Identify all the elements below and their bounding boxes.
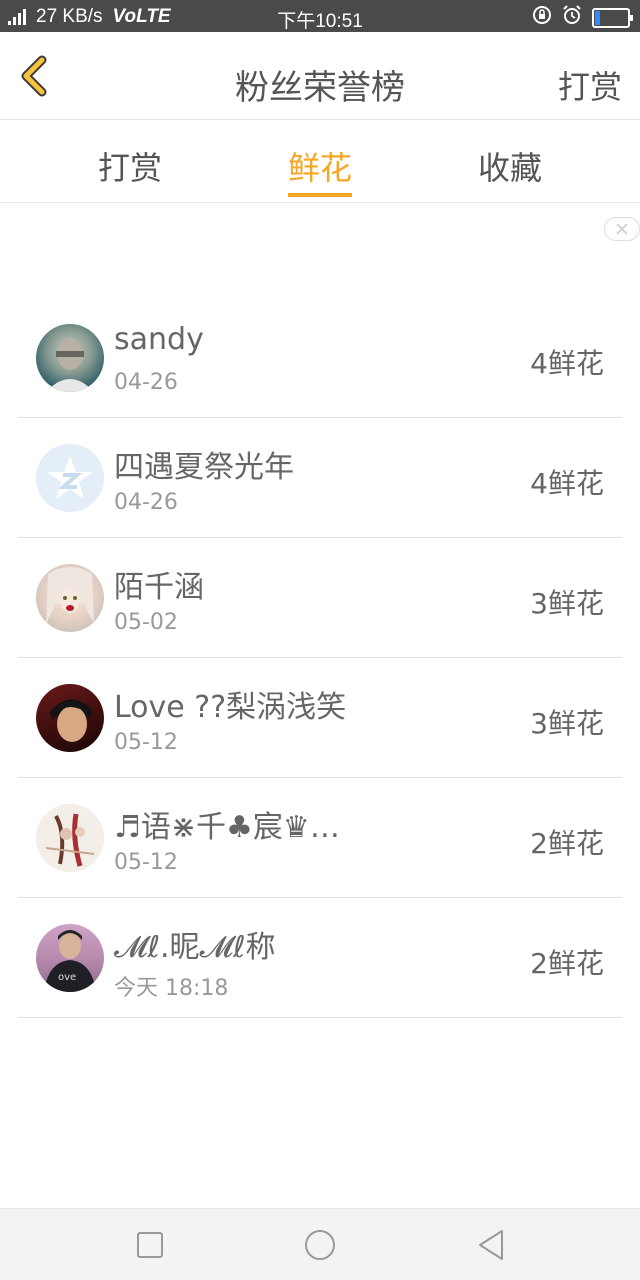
- tab-reward[interactable]: 打赏: [50, 143, 210, 189]
- fan-date: 04-26: [114, 370, 178, 395]
- avatar: [36, 684, 104, 752]
- flower-count: 2鲜花: [530, 947, 604, 980]
- avatar: [36, 804, 104, 872]
- fan-date: 今天 18:18: [114, 976, 229, 1001]
- list-item[interactable]: ♬语⋇千♣宸♛… 05-12 2鲜花: [18, 778, 622, 898]
- back-nav-button[interactable]: [474, 1227, 510, 1263]
- fan-name: 𝓜ℓ.昵𝓜ℓ称: [114, 930, 276, 965]
- fan-date: 04-26: [114, 490, 178, 515]
- flower-count: 4鲜花: [530, 467, 604, 500]
- battery-icon: [592, 8, 633, 28]
- list-item[interactable]: ove 𝓜ℓ.昵𝓜ℓ称 今天 18:18 2鲜花: [18, 898, 622, 1018]
- rotation-lock-icon: [532, 5, 552, 31]
- flower-count: 3鲜花: [530, 707, 604, 740]
- fan-date: 05-12: [114, 850, 178, 875]
- list-item[interactable]: 四遇夏祭光年 04-26 4鲜花: [18, 418, 622, 538]
- default-star-avatar: [36, 444, 104, 512]
- status-right: [532, 5, 633, 31]
- close-button[interactable]: [604, 217, 640, 241]
- avatar: [36, 564, 104, 632]
- close-icon: [616, 223, 628, 235]
- fan-list: sandy 04-26 4鲜花 四遇夏祭光年 04-26 4鲜花 陌千涵 05-…: [18, 298, 622, 1018]
- fan-name: sandy: [114, 322, 204, 357]
- list-item[interactable]: sandy 04-26 4鲜花: [18, 298, 622, 418]
- reward-button[interactable]: 打赏: [558, 62, 622, 108]
- flower-count: 2鲜花: [530, 827, 604, 860]
- list-item[interactable]: 陌千涵 05-02 3鲜花: [18, 538, 622, 658]
- back-triangle-icon: [479, 1230, 503, 1260]
- flower-count: 4鲜花: [530, 347, 604, 380]
- status-bar: 27 KB/s VoLTE 下午10:51: [0, 0, 640, 32]
- active-tab-indicator: [288, 193, 352, 197]
- avatar: ove: [36, 924, 104, 992]
- recent-apps-button[interactable]: [132, 1227, 168, 1263]
- avatar: [36, 324, 104, 392]
- fan-name: 四遇夏祭光年: [114, 450, 294, 485]
- home-icon: [305, 1230, 335, 1260]
- alarm-icon: [562, 5, 582, 31]
- fan-date: 05-12: [114, 730, 178, 755]
- recent-apps-icon: [137, 1232, 163, 1258]
- fan-name: ♬语⋇千♣宸♛…: [114, 810, 340, 845]
- fan-name: Love ??梨涡浅笑: [114, 690, 347, 725]
- home-button[interactable]: [302, 1227, 338, 1263]
- fan-date: 05-02: [114, 610, 178, 635]
- tab-bar: 打赏 鲜花 收藏: [0, 121, 640, 203]
- flower-count: 3鲜花: [530, 587, 604, 620]
- tab-flowers[interactable]: 鲜花: [240, 143, 400, 189]
- page-title: 粉丝荣誉榜: [235, 68, 405, 108]
- fan-name: 陌千涵: [114, 570, 204, 605]
- system-nav-bar: [0, 1208, 640, 1280]
- header-bar: 粉丝荣誉榜 打赏: [0, 32, 640, 120]
- tab-favorites[interactable]: 收藏: [430, 143, 590, 189]
- list-item[interactable]: Love ??梨涡浅笑 05-12 3鲜花: [18, 658, 622, 778]
- svg-text:ove: ove: [58, 972, 76, 983]
